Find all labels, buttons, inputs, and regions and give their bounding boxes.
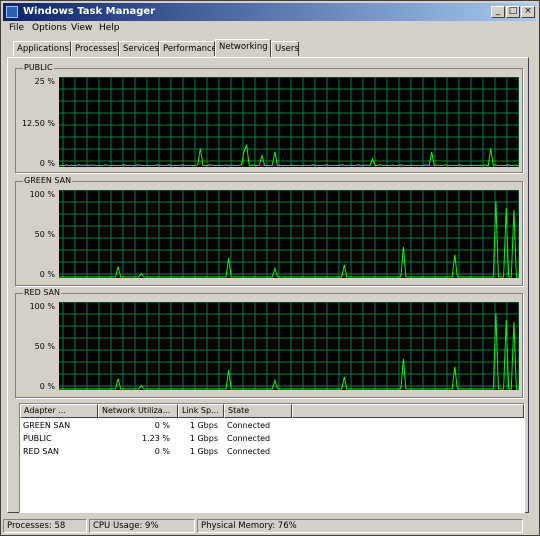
network-graph-public — [59, 77, 519, 167]
graph-title: GREEN SAN — [23, 176, 73, 185]
column-header-link-speed[interactable]: Link Sp... — [178, 404, 224, 418]
column-header-adapter[interactable]: Adapter ... — [20, 404, 98, 418]
maximize-button[interactable]: □ — [506, 6, 520, 18]
adapter-utilization: 1.23 % — [142, 434, 170, 443]
graph-group-green-san: GREEN SAN 100 % 50 % 0 % — [15, 176, 525, 286]
y-label-min: 0 % — [39, 159, 55, 168]
tab-services[interactable]: Services — [119, 41, 159, 56]
network-graph-green-san — [59, 190, 519, 278]
adapter-name: RED SAN — [23, 447, 59, 456]
network-graph-red-san — [59, 302, 519, 390]
adapter-state: Connected — [227, 447, 271, 456]
adapter-name: GREEN SAN — [23, 421, 71, 430]
adapter-state: Connected — [227, 434, 271, 443]
adapter-link-speed: 1 Gbps — [189, 447, 218, 456]
utilization-trace — [59, 201, 519, 278]
column-header-state[interactable]: State — [224, 404, 292, 418]
tab-networking[interactable]: Networking — [215, 39, 271, 57]
menu-help[interactable]: Help — [99, 23, 120, 33]
title-bar[interactable]: Windows Task Manager _ □ × — [3, 3, 536, 21]
tab-processes[interactable]: Processes — [71, 41, 119, 56]
utilization-trace — [59, 144, 519, 167]
minimize-button[interactable]: _ — [491, 6, 505, 18]
task-manager-window: Windows Task Manager _ □ × File Options … — [0, 0, 540, 536]
adapter-link-speed: 1 Gbps — [189, 434, 218, 443]
adapter-utilization: 0 % — [154, 447, 170, 456]
y-label-mid: 50 % — [34, 230, 55, 239]
y-label-max: 100 % — [29, 302, 55, 311]
menu-bar: File Options View Help — [3, 22, 536, 36]
menu-options[interactable]: Options — [32, 23, 67, 33]
graph-title: PUBLIC — [23, 63, 54, 72]
graph-group-public: PUBLIC 25 % 12.50 % 0 % — [15, 63, 525, 173]
close-button[interactable]: × — [521, 6, 535, 18]
adapter-link-speed: 1 Gbps — [189, 421, 218, 430]
window-title: Windows Task Manager — [23, 6, 156, 17]
graph-group-red-san: RED SAN 100 % 50 % 0 % — [15, 288, 525, 398]
tab-users[interactable]: Users — [271, 41, 299, 56]
y-label-mid: 50 % — [34, 342, 55, 351]
adapter-state: Connected — [227, 421, 271, 430]
menu-view[interactable]: View — [71, 23, 92, 33]
y-label-max: 100 % — [29, 190, 55, 199]
status-physical-memory: Physical Memory: 76% — [197, 519, 523, 533]
column-header-utilization[interactable]: Network Utiliza... — [98, 404, 178, 418]
adapter-list[interactable]: Adapter ... Network Utiliza... Link Sp..… — [19, 403, 525, 513]
y-label-mid: 12.50 % — [21, 119, 55, 128]
status-processes: Processes: 58 — [3, 519, 87, 533]
y-label-max: 25 % — [34, 77, 55, 86]
tab-performance[interactable]: Performance — [159, 41, 217, 56]
status-cpu-usage: CPU Usage: 9% — [89, 519, 195, 533]
status-bar: Processes: 58 CPU Usage: 9% Physical Mem… — [3, 518, 537, 534]
tab-applications[interactable]: Applications — [13, 41, 71, 56]
adapter-name: PUBLIC — [23, 434, 52, 443]
menu-file[interactable]: File — [9, 23, 24, 33]
y-label-min: 0 % — [39, 270, 55, 279]
task-manager-icon — [6, 6, 18, 18]
utilization-trace — [59, 313, 519, 390]
graph-title: RED SAN — [23, 288, 61, 297]
adapter-utilization: 0 % — [154, 421, 170, 430]
column-header-blank — [292, 404, 524, 418]
y-label-min: 0 % — [39, 382, 55, 391]
